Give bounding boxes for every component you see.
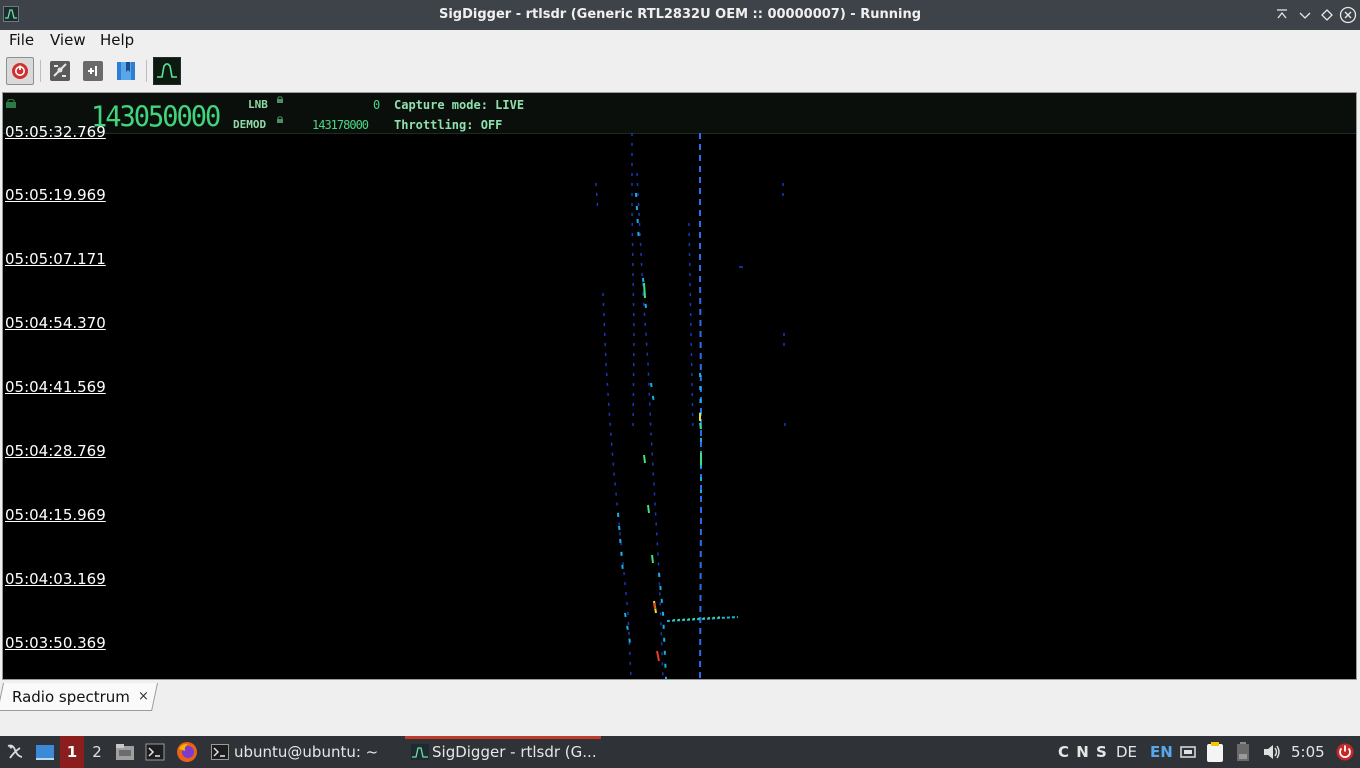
menu-view[interactable]: View (50, 31, 86, 49)
terminal-task-label[interactable]: ubuntu@ubuntu: ~ (234, 743, 378, 761)
start-menu-icon[interactable] (4, 740, 26, 764)
sigdigger-task-icon (410, 742, 430, 762)
bookmark-icon (117, 62, 135, 80)
maximize-icon[interactable] (1317, 5, 1337, 25)
network-icon[interactable] (1178, 742, 1198, 762)
waterfall-time-label: 05:03:50.369 (5, 634, 106, 652)
volume-icon[interactable] (1261, 741, 1283, 763)
waterfall-time-label-top: 05:05:32.769 (5, 123, 106, 141)
spectrum-button[interactable] (153, 57, 181, 85)
workspace-1-label: 1 (66, 743, 78, 761)
close-window-icon[interactable] (1338, 5, 1358, 25)
toolbar-separator (40, 60, 41, 82)
settings-button[interactable] (46, 57, 74, 85)
power-menu-icon[interactable] (1334, 741, 1356, 763)
active-task-indicator (405, 736, 601, 739)
waterfall-traces (595, 133, 786, 679)
workspace-1-button[interactable]: 1 (60, 736, 84, 768)
waterfall-display[interactable]: 05:05:32.769 05:05:19.969 05:05:07.171 0… (3, 123, 1356, 679)
lnb-label: LNB (248, 98, 268, 111)
menu-bar: File View Help (0, 30, 1360, 52)
waterfall-time-label: 05:04:15.969 (5, 506, 106, 524)
toolbar (0, 52, 1360, 90)
lnb-value[interactable]: 0 (373, 98, 380, 112)
workspace-2-label: 2 (92, 743, 102, 761)
tab-close-icon[interactable]: × (138, 689, 149, 704)
frequency-info-bar: 143050000 LNB 0 DEMOD 143178000 Capture … (3, 93, 1356, 134)
menu-help[interactable]: Help (100, 31, 134, 49)
layout-en[interactable]: EN (1150, 743, 1173, 761)
waterfall-time-label: 05:04:54.370 (5, 314, 106, 332)
menu-file[interactable]: File (9, 31, 34, 49)
clipboard-icon[interactable] (1204, 740, 1226, 764)
center-frequency-display[interactable]: 143050000 (91, 101, 221, 134)
capture-mode-status: Capture mode: LIVE (394, 98, 525, 112)
demod-label: DEMOD (233, 118, 267, 131)
waterfall-time-label: 05:04:28.769 (5, 442, 106, 460)
show-desktop-icon[interactable] (34, 742, 56, 762)
add-panel-icon (83, 61, 103, 81)
waterfall-time-label: 05:04:03.169 (5, 570, 106, 588)
firefox-icon[interactable] (175, 740, 199, 764)
window-titlebar: SigDigger - rtlsdr (Generic RTL2832U OEM… (0, 0, 1360, 30)
workspace-2-button[interactable]: 2 (86, 736, 108, 768)
window-title: SigDigger - rtlsdr (Generic RTL2832U OEM… (438, 7, 922, 22)
keyboard-lock-indicators: C N S (1058, 743, 1108, 761)
spectrum-pane: 143050000 LNB 0 DEMOD 143178000 Capture … (2, 92, 1357, 680)
add-panel-button[interactable] (79, 57, 107, 85)
power-button[interactable] (6, 57, 34, 85)
battery-icon[interactable] (1234, 741, 1252, 763)
spectrum-icon (157, 63, 177, 78)
terminal-launcher-icon[interactable] (144, 741, 166, 763)
waterfall-time-label: 05:05:19.969 (5, 186, 106, 204)
toolbar-separator (146, 60, 147, 82)
file-manager-icon[interactable] (114, 741, 136, 763)
lnb-lock-icon[interactable] (277, 96, 283, 103)
tab-bar: Radio spectrum × (0, 681, 1360, 736)
taskbar: 1 2 ubuntu@ubuntu: ~ SigDigger - rtlsdr … (0, 736, 1360, 768)
sigdigger-task-label[interactable]: SigDigger - rtlsdr (G... (432, 743, 597, 761)
power-icon (12, 63, 28, 79)
terminal-task-icon (210, 742, 230, 762)
waterfall-time-label: 05:04:41.569 (5, 378, 106, 396)
lock-icon[interactable] (6, 99, 16, 108)
settings-icon (50, 61, 70, 81)
throttling-status: Throttling: OFF (394, 118, 503, 132)
demod-lock-icon[interactable] (277, 116, 283, 123)
layout-de[interactable]: DE (1116, 743, 1137, 761)
demod-frequency-value[interactable]: 143178000 (312, 118, 369, 132)
bookmarks-button[interactable] (112, 57, 140, 85)
keep-above-icon[interactable] (1272, 5, 1292, 25)
waterfall-time-label: 05:05:07.171 (5, 250, 106, 268)
tab-radio-spectrum-label: Radio spectrum (12, 688, 130, 706)
minimize-icon[interactable] (1295, 5, 1315, 25)
clock[interactable]: 5:05 (1291, 743, 1325, 761)
